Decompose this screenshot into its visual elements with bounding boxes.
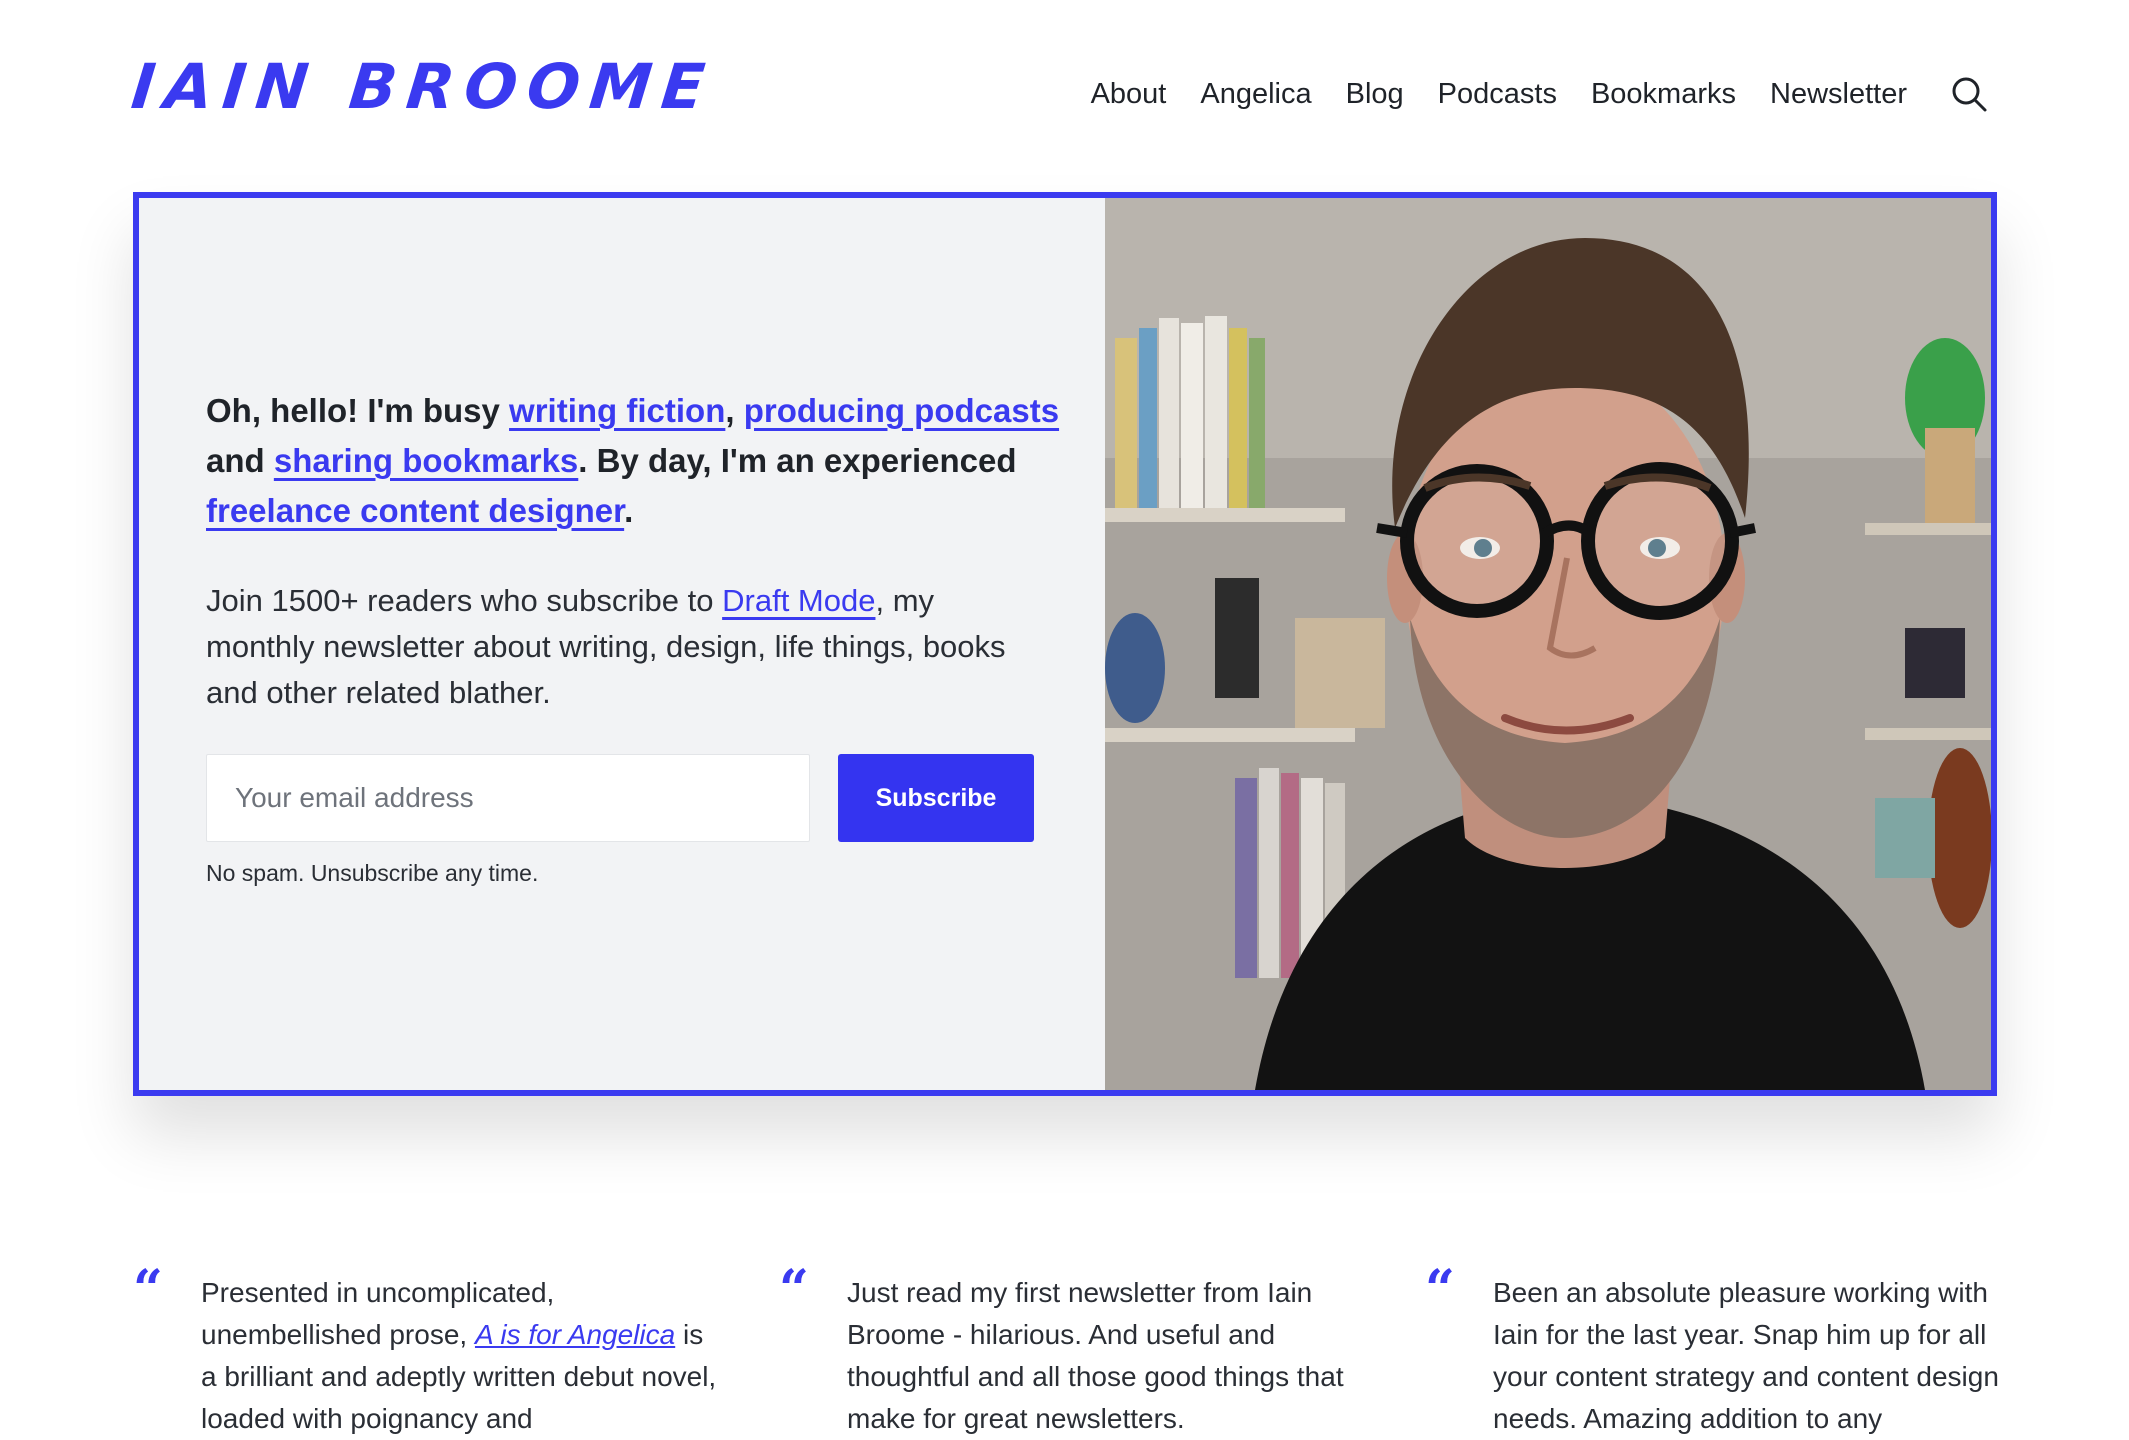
writing-fiction-link[interactable]: writing fiction: [509, 392, 725, 429]
producing-podcasts-link[interactable]: producing podcasts: [744, 392, 1059, 429]
hero-panel: Oh, hello! I'm busy writing fiction, pro…: [133, 192, 1997, 1096]
subscribe-button[interactable]: Subscribe: [838, 754, 1034, 842]
intro-lead: Oh, hello! I'm busy: [206, 392, 510, 429]
freelance-content-designer-link[interactable]: freelance content designer: [206, 492, 624, 529]
intro-separator: ,: [725, 392, 744, 429]
nav-item-about[interactable]: About: [1091, 78, 1167, 111]
hero-text-panel: Oh, hello! I'm busy writing fiction, pro…: [139, 198, 1105, 1090]
main-nav: About Angelica Blog Podcasts Bookmarks N…: [1057, 74, 1989, 114]
intro-mid: . By day, I'm an experienced: [578, 442, 1017, 479]
blurb-lead: Join 1500+ readers who subscribe to: [206, 583, 723, 618]
no-spam-note: No spam. Unsubscribe any time.: [206, 860, 539, 886]
quote-mark-icon: “: [133, 1259, 163, 1320]
search-icon[interactable]: [1949, 74, 1989, 114]
site-header: IAIN BROOME About Angelica Blog Podcasts…: [0, 0, 2129, 190]
nav-item-angelica[interactable]: Angelica: [1200, 78, 1311, 111]
email-field[interactable]: [206, 754, 810, 842]
quote-mark-icon: “: [1425, 1259, 1455, 1320]
a-is-for-angelica-link[interactable]: A is for Angelica: [475, 1319, 675, 1350]
draft-mode-link[interactable]: Draft Mode: [722, 583, 875, 618]
intro-end: .: [624, 492, 634, 529]
testimonial-text: Just read my first newsletter from Iain …: [847, 1277, 1344, 1434]
newsletter-blurb: Join 1500+ readers who subscribe to Draf…: [206, 578, 1006, 716]
nav-item-bookmarks[interactable]: Bookmarks: [1591, 78, 1736, 111]
sharing-bookmarks-link[interactable]: sharing bookmarks: [274, 442, 578, 479]
testimonial-text: Been an absolute pleasure working with I…: [1493, 1277, 1999, 1434]
intro-text: Oh, hello! I'm busy writing fiction, pro…: [206, 386, 1066, 536]
nav-item-blog[interactable]: Blog: [1346, 78, 1404, 111]
testimonial-text: Presented in uncomplicated, unembellishe…: [201, 1272, 721, 1440]
site-logo[interactable]: IAIN BROOME: [128, 50, 718, 123]
intro-and: and: [206, 442, 274, 479]
nav-item-podcasts[interactable]: Podcasts: [1438, 78, 1557, 111]
portrait-photo: [1105, 198, 1991, 1090]
quote-mark-icon: “: [779, 1259, 809, 1320]
nav-item-newsletter[interactable]: Newsletter: [1770, 78, 1907, 111]
